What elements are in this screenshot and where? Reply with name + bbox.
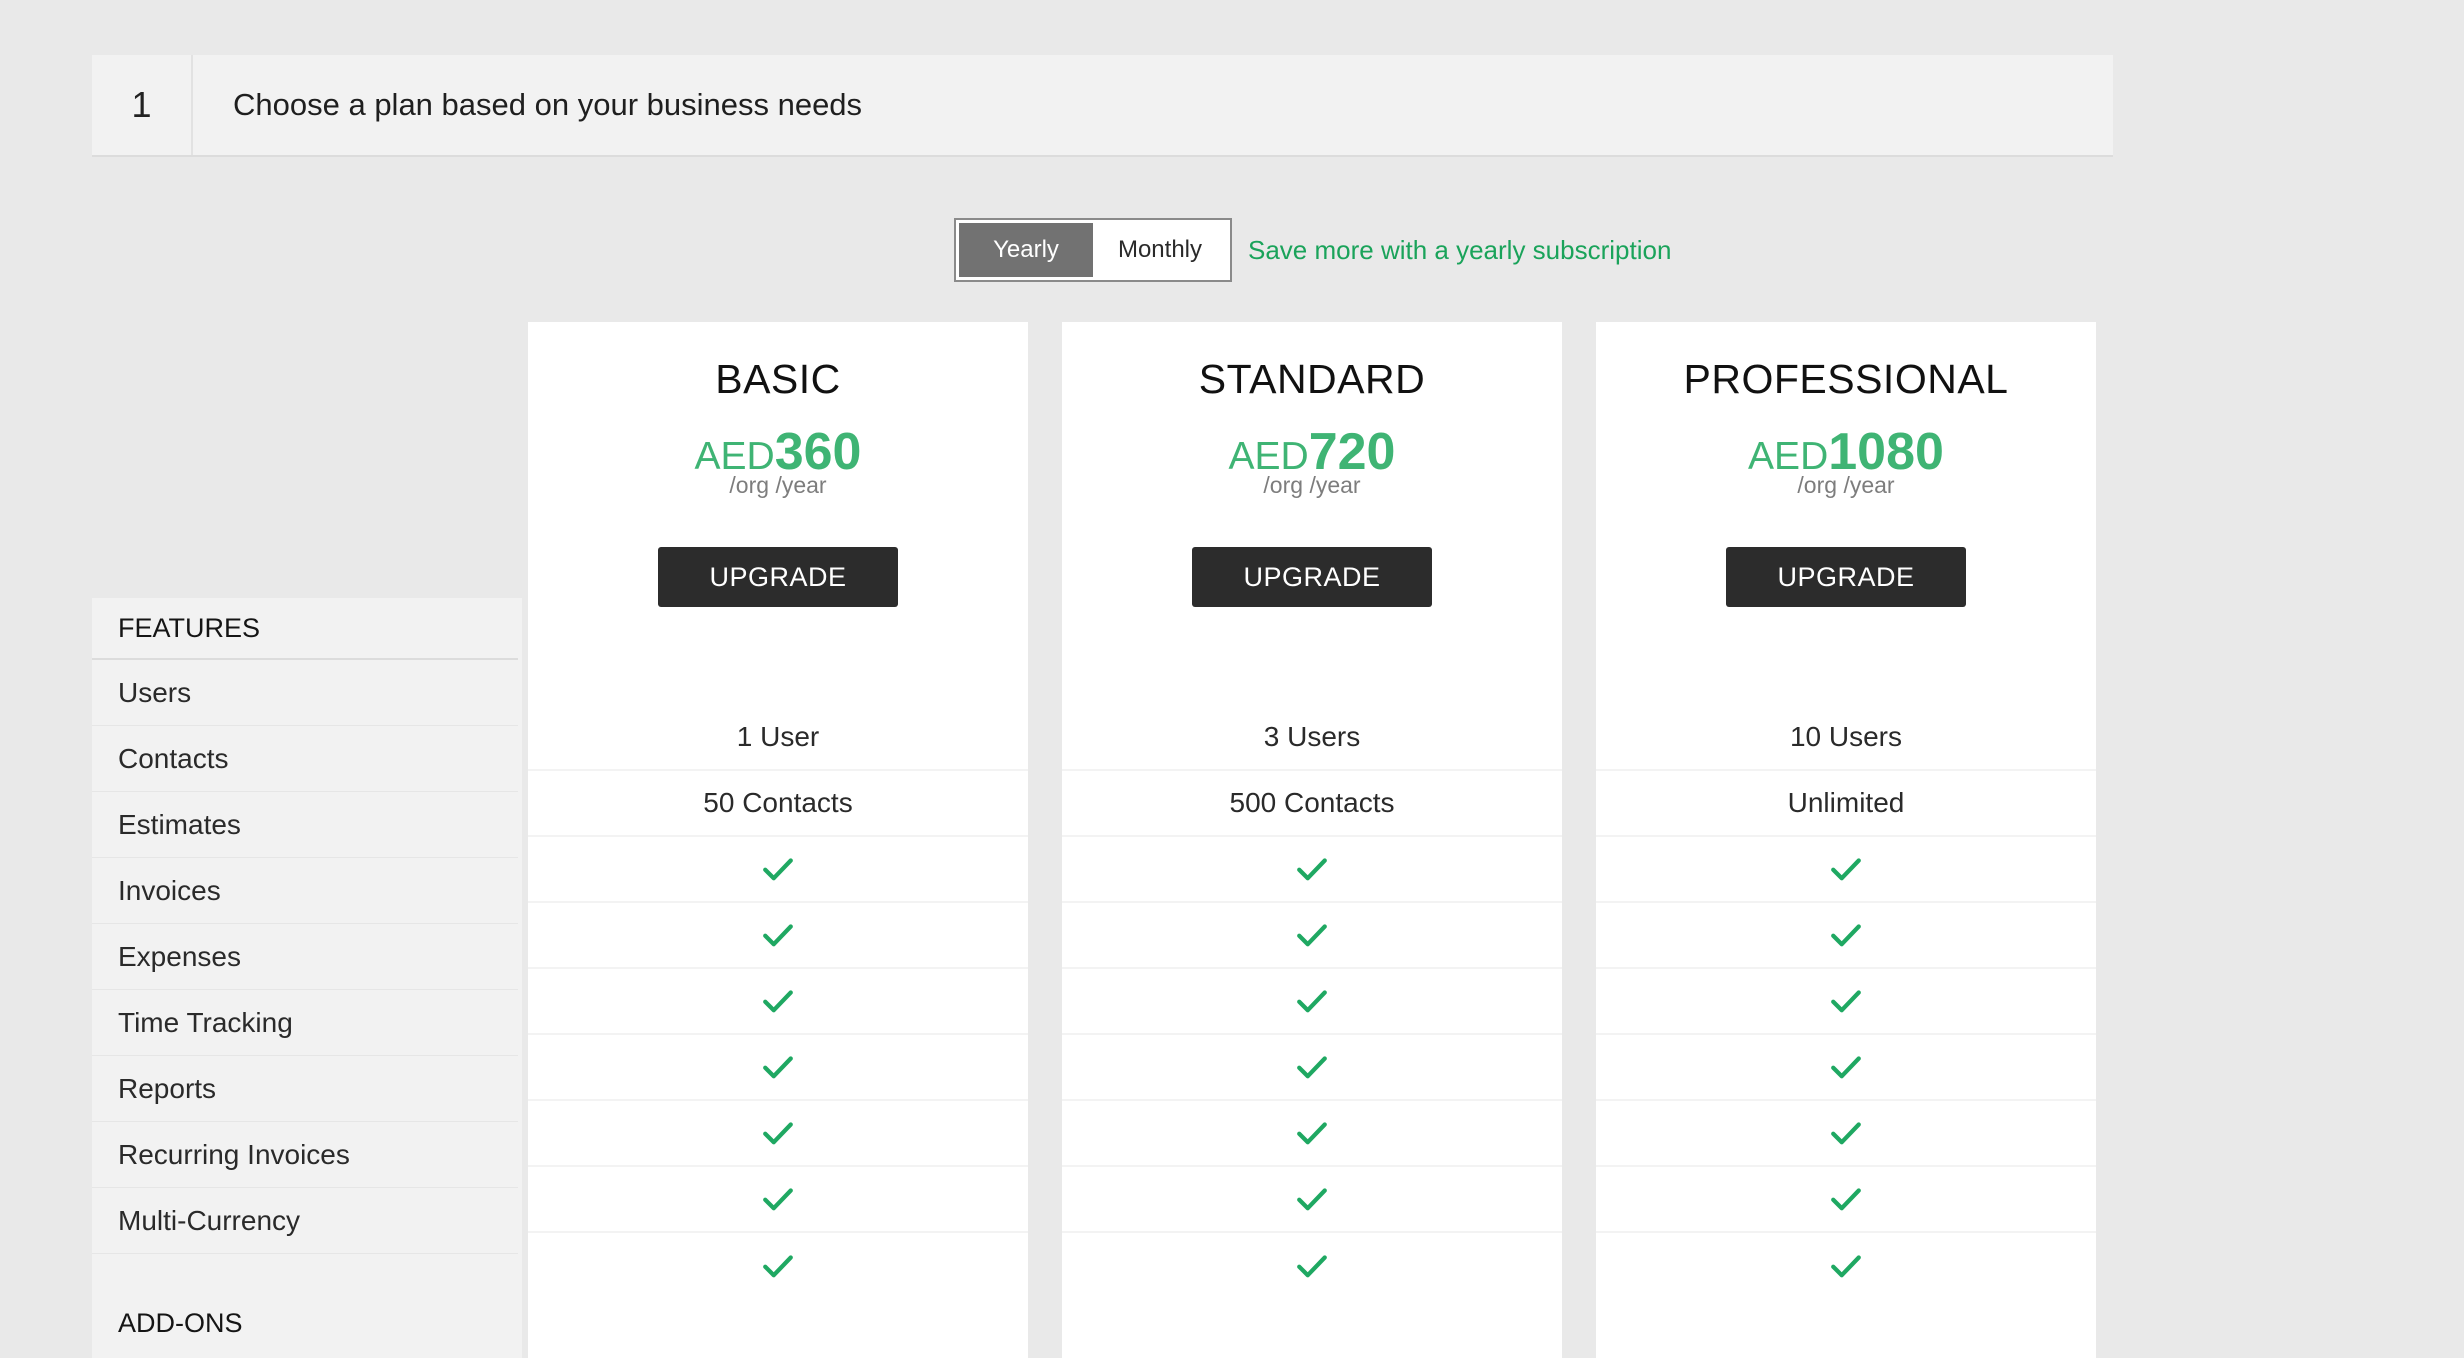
check-icon	[763, 1255, 793, 1278]
feature-label: Contacts	[92, 726, 518, 792]
feature-cell	[1596, 969, 2096, 1035]
check-icon	[1297, 1056, 1327, 1079]
check-icon	[1297, 990, 1327, 1013]
contacts-value: Unlimited	[1596, 771, 2096, 837]
feature-cell	[528, 837, 1028, 903]
check-icon	[1831, 1122, 1861, 1145]
check-icon	[763, 1188, 793, 1211]
feature-label: Multi-Currency	[92, 1188, 518, 1254]
users-value: 3 Users	[1062, 705, 1562, 771]
check-icon	[1297, 924, 1327, 947]
feature-cell	[528, 1167, 1028, 1233]
check-icon	[1297, 1255, 1327, 1278]
feature-cell	[1062, 903, 1562, 969]
feature-cell	[1062, 837, 1562, 903]
feature-label: Estimates	[92, 792, 518, 858]
feature-cell	[1596, 903, 2096, 969]
plan-feature-values: 1 User 50 Contacts	[528, 705, 1028, 1299]
plan-name: STANDARD	[1198, 356, 1426, 402]
feature-cell	[1062, 969, 1562, 1035]
feature-label: Reports	[92, 1056, 518, 1122]
check-icon	[1297, 1122, 1327, 1145]
plan-card-standard: STANDARD AED720 /org /year UPGRADE 3 Use…	[1062, 322, 1562, 1358]
plan-feature-values: 10 Users Unlimited	[1596, 705, 2096, 1299]
price-period: /org /year	[1263, 472, 1361, 498]
feature-cell	[528, 1101, 1028, 1167]
billing-cycle: Yearly Monthly Save more with a yearly s…	[954, 218, 1671, 282]
contacts-value: 500 Contacts	[1062, 771, 1562, 837]
upgrade-button-professional[interactable]: UPGRADE	[1726, 547, 1966, 607]
check-icon	[1831, 1255, 1861, 1278]
feature-cell	[1596, 1101, 2096, 1167]
check-icon	[1297, 1188, 1327, 1211]
feature-cell	[528, 903, 1028, 969]
pricing-page: 1 Choose a plan based on your business n…	[0, 0, 2464, 1358]
feature-cell	[528, 1035, 1028, 1101]
feature-label: Users	[92, 660, 518, 726]
check-icon	[763, 1122, 793, 1145]
upgrade-button-basic[interactable]: UPGRADE	[658, 547, 898, 607]
check-icon	[1831, 1188, 1861, 1211]
check-icon	[1297, 858, 1327, 881]
check-icon	[1831, 924, 1861, 947]
step-number: 1	[92, 55, 193, 155]
contacts-value: 50 Contacts	[528, 771, 1028, 837]
step-header: 1 Choose a plan based on your business n…	[92, 55, 2113, 157]
addons-heading: ADD-ONS	[118, 1308, 243, 1338]
billing-toggle: Yearly Monthly	[954, 218, 1232, 282]
feature-label: Time Tracking	[92, 990, 518, 1056]
check-icon	[1831, 990, 1861, 1013]
check-icon	[763, 990, 793, 1013]
feature-label: Invoices	[92, 858, 518, 924]
check-icon	[1831, 858, 1861, 881]
price-period: /org /year	[1797, 472, 1895, 498]
feature-cell	[1596, 1167, 2096, 1233]
feature-cell	[1062, 1035, 1562, 1101]
plan-name: BASIC	[715, 356, 841, 402]
feature-label: Expenses	[92, 924, 518, 990]
users-value: 1 User	[528, 705, 1028, 771]
feature-cell	[1062, 1233, 1562, 1299]
savings-note: Save more with a yearly subscription	[1248, 234, 1672, 265]
feature-cell	[1596, 1035, 2096, 1101]
check-icon	[1831, 1056, 1861, 1079]
feature-cell	[1596, 837, 2096, 903]
users-value: 10 Users	[1596, 705, 2096, 771]
yearly-option[interactable]: Yearly	[959, 223, 1093, 277]
feature-cell	[1062, 1167, 1562, 1233]
upgrade-button-standard[interactable]: UPGRADE	[1192, 547, 1432, 607]
plan-card-basic: BASIC AED360 /org /year UPGRADE 1 User 5…	[528, 322, 1028, 1358]
feature-cell	[528, 1233, 1028, 1299]
plan-feature-values: 3 Users 500 Contacts	[1062, 705, 1562, 1299]
step-title: Choose a plan based on your business nee…	[233, 87, 863, 122]
price-period: /org /year	[729, 472, 827, 498]
check-icon	[763, 1056, 793, 1079]
feature-label: Recurring Invoices	[92, 1122, 518, 1188]
check-icon	[763, 858, 793, 881]
feature-cell	[1062, 1101, 1562, 1167]
features-column: FEATURES Users Contacts Estimates Invoic…	[92, 598, 522, 1358]
monthly-option[interactable]: Monthly	[1093, 223, 1227, 277]
plan-name: PROFESSIONAL	[1683, 356, 2009, 402]
features-heading: FEATURES	[92, 598, 518, 660]
plan-card-professional: PROFESSIONAL AED1080 /org /year UPGRADE …	[1596, 322, 2096, 1358]
feature-cell	[528, 969, 1028, 1035]
check-icon	[763, 924, 793, 947]
feature-cell	[1596, 1233, 2096, 1299]
